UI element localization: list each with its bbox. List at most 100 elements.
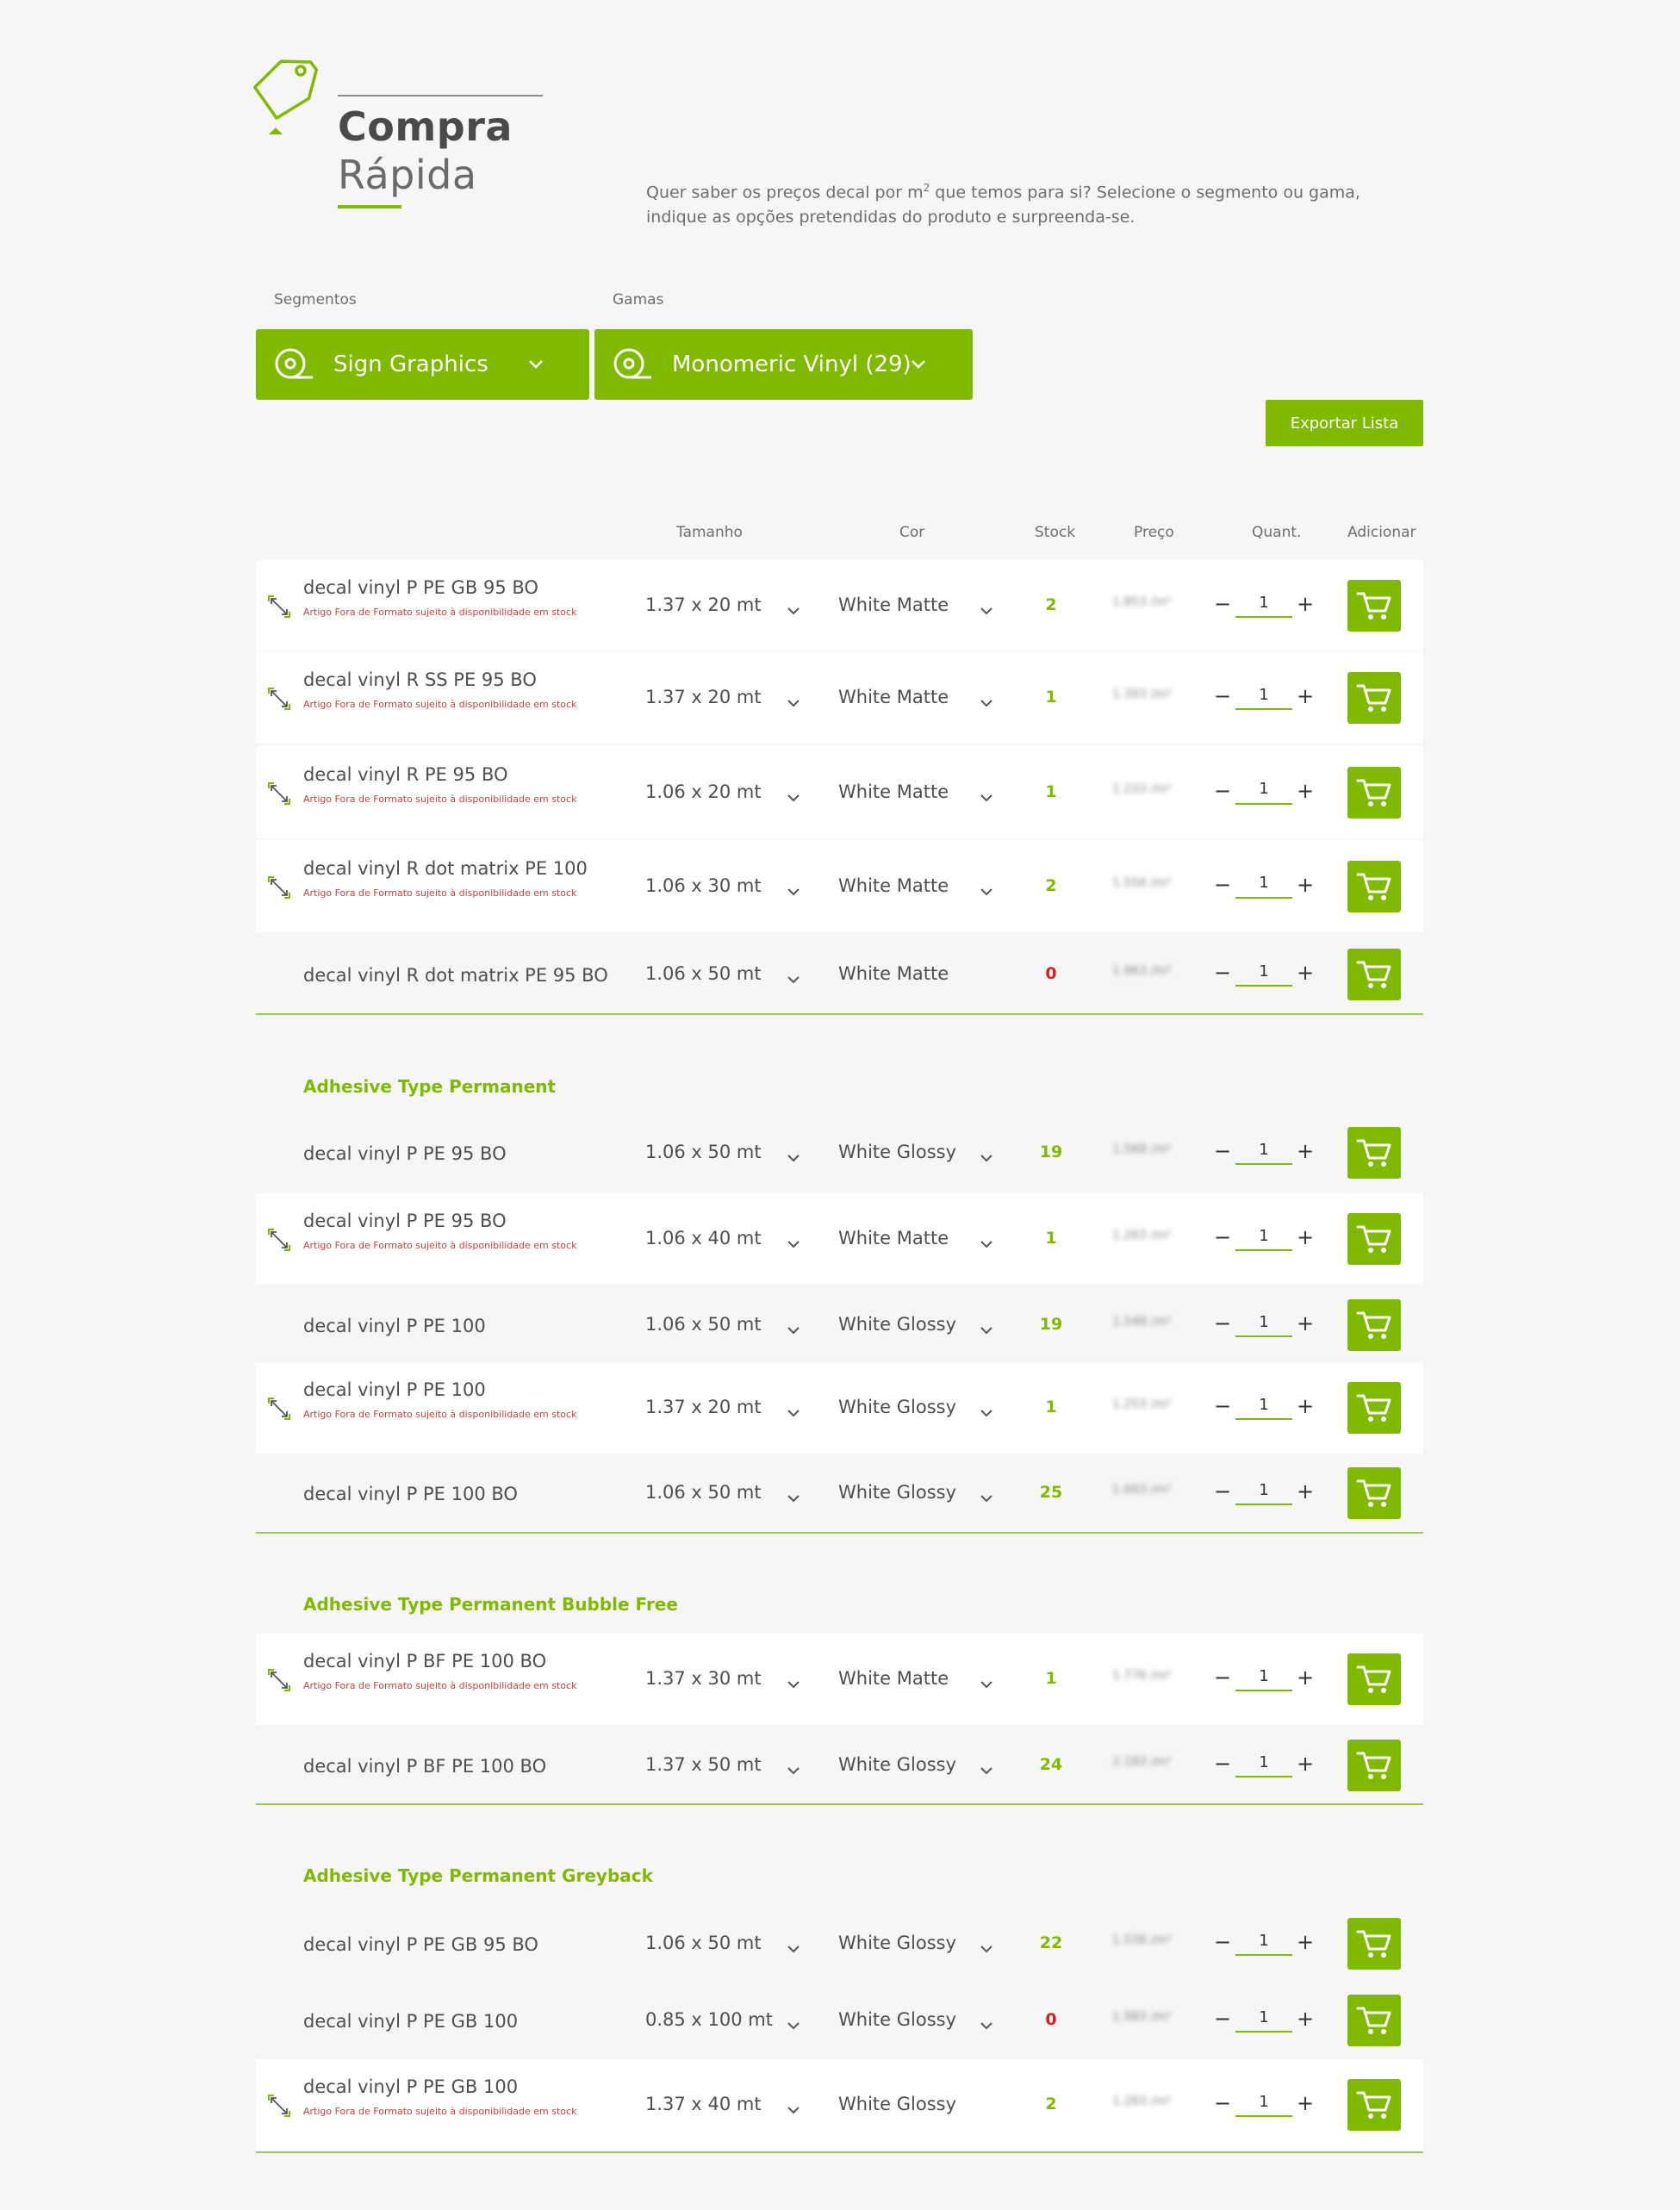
size-select[interactable]: 0.85 x 100 mt — [645, 2009, 773, 2030]
qty-decrement-button[interactable]: − — [1212, 592, 1233, 616]
export-list-button[interactable]: Exportar Lista — [1266, 400, 1423, 446]
qty-decrement-button[interactable]: − — [1212, 684, 1233, 708]
chevron-down-icon[interactable] — [787, 2017, 800, 2030]
qty-increment-button[interactable]: + — [1295, 961, 1316, 985]
qty-increment-button[interactable]: + — [1295, 2091, 1316, 2115]
qty-increment-button[interactable]: + — [1295, 2007, 1316, 2031]
qty-decrement-button[interactable]: − — [1212, 961, 1233, 985]
color-select[interactable]: White Glossy — [838, 1142, 956, 1162]
chevron-down-icon[interactable] — [980, 1149, 993, 1162]
qty-input[interactable] — [1235, 1927, 1292, 1956]
add-to-cart-button[interactable] — [1347, 1467, 1401, 1519]
chevron-down-icon[interactable] — [980, 883, 993, 895]
product-name[interactable]: decal vinyl P PE 95 BO — [303, 1211, 507, 1231]
chevron-down-icon[interactable] — [787, 1404, 800, 1417]
chevron-down-icon[interactable] — [787, 1322, 800, 1335]
qty-input[interactable] — [1235, 2003, 1292, 2033]
chevron-down-icon[interactable] — [787, 789, 800, 801]
chevron-down-icon[interactable] — [980, 1404, 993, 1417]
chevron-down-icon[interactable] — [787, 1149, 800, 1162]
qty-increment-button[interactable]: + — [1295, 1311, 1316, 1335]
qty-decrement-button[interactable]: − — [1212, 1752, 1233, 1776]
color-select[interactable]: White Glossy — [838, 2009, 956, 2030]
size-select[interactable]: 1.06 x 50 mt — [645, 1314, 762, 1335]
qty-input[interactable] — [1235, 775, 1292, 805]
chevron-down-icon[interactable] — [980, 789, 993, 801]
qty-increment-button[interactable]: + — [1295, 1752, 1316, 1776]
chevron-down-icon[interactable] — [980, 694, 993, 707]
chevron-down-icon[interactable] — [787, 694, 800, 707]
chevron-down-icon[interactable] — [980, 1490, 993, 1503]
color-select[interactable]: White Matte — [838, 687, 949, 707]
chevron-down-icon[interactable] — [787, 883, 800, 895]
product-name[interactable]: decal vinyl P PE 100 — [303, 1379, 486, 1400]
chevron-down-icon[interactable] — [980, 2017, 993, 2030]
product-name[interactable]: decal vinyl P PE GB 100 — [303, 2076, 518, 2097]
add-to-cart-button[interactable] — [1347, 1382, 1401, 1434]
add-to-cart-button[interactable] — [1347, 1653, 1401, 1705]
color-select[interactable]: White Glossy — [838, 2094, 956, 2114]
chevron-down-icon[interactable] — [787, 971, 800, 984]
chevron-down-icon[interactable] — [787, 1762, 800, 1775]
chevron-down-icon[interactable] — [980, 1940, 993, 1953]
color-select[interactable]: White Matte — [838, 595, 949, 615]
product-name[interactable]: decal vinyl R dot matrix PE 100 — [303, 858, 588, 879]
qty-increment-button[interactable]: + — [1295, 873, 1316, 897]
product-name[interactable]: decal vinyl R PE 95 BO — [303, 764, 508, 785]
color-select[interactable]: White Glossy — [838, 1314, 956, 1335]
qty-input[interactable] — [1235, 1222, 1292, 1251]
chevron-down-icon[interactable] — [787, 1236, 800, 1248]
qty-increment-button[interactable]: + — [1295, 684, 1316, 708]
chevron-down-icon[interactable] — [787, 1490, 800, 1503]
add-to-cart-button[interactable] — [1347, 580, 1401, 632]
add-to-cart-button[interactable] — [1347, 1995, 1401, 2046]
qty-decrement-button[interactable]: − — [1212, 779, 1233, 803]
qty-input[interactable] — [1235, 588, 1292, 618]
chevron-down-icon[interactable] — [787, 602, 800, 615]
qty-input[interactable] — [1235, 1136, 1292, 1165]
qty-increment-button[interactable]: + — [1295, 592, 1316, 616]
qty-input[interactable] — [1235, 957, 1292, 987]
color-select[interactable]: White Glossy — [838, 1933, 956, 1953]
qty-increment-button[interactable]: + — [1295, 1394, 1316, 1418]
qty-input[interactable] — [1235, 1391, 1292, 1420]
color-select[interactable]: White Matte — [838, 963, 949, 984]
qty-increment-button[interactable]: + — [1295, 779, 1316, 803]
qty-increment-button[interactable]: + — [1295, 1665, 1316, 1690]
qty-increment-button[interactable]: + — [1295, 1479, 1316, 1503]
qty-decrement-button[interactable]: − — [1212, 1479, 1233, 1503]
chevron-down-icon[interactable] — [787, 1940, 800, 1953]
add-to-cart-button[interactable] — [1347, 766, 1401, 819]
size-select[interactable]: 1.37 x 20 mt — [645, 687, 762, 707]
product-name[interactable]: decal vinyl P PE 100 BO — [303, 1484, 518, 1504]
add-to-cart-button[interactable] — [1347, 1213, 1401, 1265]
color-select[interactable]: White Matte — [838, 1228, 949, 1248]
add-to-cart-button[interactable] — [1347, 1740, 1401, 1791]
qty-increment-button[interactable]: + — [1295, 1930, 1316, 1954]
add-to-cart-button[interactable] — [1347, 2079, 1401, 2131]
chevron-down-icon[interactable] — [980, 1236, 993, 1248]
product-name[interactable]: decal vinyl P PE 95 BO — [303, 1143, 507, 1164]
product-name[interactable]: decal vinyl P PE 100 — [303, 1316, 486, 1336]
qty-decrement-button[interactable]: − — [1212, 1225, 1233, 1249]
product-name[interactable]: decal vinyl P PE GB 95 BO — [303, 1934, 538, 1955]
qty-decrement-button[interactable]: − — [1212, 1930, 1233, 1954]
color-select[interactable]: White Matte — [838, 1668, 949, 1689]
size-select[interactable]: 1.37 x 50 mt — [645, 1754, 762, 1775]
color-select[interactable]: White Glossy — [838, 1754, 956, 1775]
size-select[interactable]: 1.06 x 50 mt — [645, 1482, 762, 1503]
qty-decrement-button[interactable]: − — [1212, 1311, 1233, 1335]
product-name[interactable]: decal vinyl P PE GB 100 — [303, 2011, 518, 2032]
size-select[interactable]: 1.37 x 30 mt — [645, 1668, 762, 1689]
color-select[interactable]: White Glossy — [838, 1397, 956, 1417]
qty-input[interactable] — [1235, 681, 1292, 710]
color-select[interactable]: White Matte — [838, 875, 949, 896]
qty-decrement-button[interactable]: − — [1212, 1394, 1233, 1418]
add-to-cart-button[interactable] — [1347, 949, 1401, 1000]
qty-increment-button[interactable]: + — [1295, 1139, 1316, 1163]
size-select[interactable]: 1.37 x 20 mt — [645, 595, 762, 615]
qty-decrement-button[interactable]: − — [1212, 1139, 1233, 1163]
size-select[interactable]: 1.06 x 20 mt — [645, 781, 762, 802]
qty-input[interactable] — [1235, 2088, 1292, 2117]
chevron-down-icon[interactable] — [980, 602, 993, 615]
